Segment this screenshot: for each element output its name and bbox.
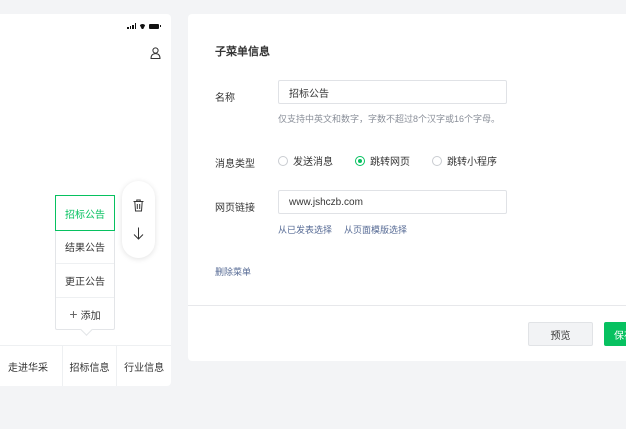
message-type-label: 消息类型 bbox=[215, 159, 255, 170]
submenu-add-button[interactable]: + 添加 bbox=[56, 298, 114, 330]
user-icon[interactable] bbox=[150, 47, 161, 59]
plus-icon: + bbox=[69, 306, 78, 322]
radio-circle bbox=[278, 155, 288, 166]
url-label: 网页链接 bbox=[215, 203, 255, 214]
url-input[interactable]: www.jshczb.com bbox=[278, 190, 507, 214]
name-input[interactable]: 招标公告 bbox=[278, 80, 507, 104]
submenu-popup: 招标公告 结果公告 更正公告 + 添加 bbox=[55, 195, 115, 330]
message-type-radio-group: 发送消息 跳转网页 跳转小程序 bbox=[278, 153, 519, 168]
radio-send-message[interactable]: 发送消息 bbox=[278, 153, 333, 168]
trash-icon[interactable] bbox=[133, 199, 144, 212]
submenu-item-gengzheng[interactable]: 更正公告 bbox=[56, 264, 114, 298]
menu-actions-capsule bbox=[122, 181, 155, 258]
form-title: 子菜单信息 bbox=[215, 46, 270, 58]
submenu-add-label: 添加 bbox=[80, 310, 101, 322]
arrow-down-icon[interactable] bbox=[133, 227, 144, 240]
menu-item-zhaobiao-xinxi[interactable]: 招标信息 bbox=[61, 346, 117, 386]
radio-label: 跳转小程序 bbox=[447, 157, 497, 168]
radio-jump-webpage[interactable]: 跳转网页 bbox=[355, 153, 410, 168]
preview-button[interactable]: 预览 bbox=[528, 322, 593, 346]
footer-divider bbox=[188, 305, 626, 306]
phone-preview: 招标公告 结果公告 更正公告 + 添加 走进华采 招标信息 行业信息 bbox=[0, 14, 171, 386]
menu-item-zoujin[interactable]: 走进华采 bbox=[0, 346, 62, 386]
menu-item-hangye[interactable]: 行业信息 bbox=[116, 346, 171, 386]
url-source-links: 从已发表选择 从页面模版选择 bbox=[278, 223, 407, 236]
name-hint: 仅支持中英文和数字，字数不超过8个汉字或16个字母。 bbox=[278, 114, 501, 124]
bottom-menu-bar: 走进华采 招标信息 行业信息 bbox=[0, 345, 171, 386]
name-label: 名称 bbox=[215, 93, 235, 104]
radio-circle bbox=[432, 155, 442, 166]
battery-icon bbox=[149, 23, 161, 29]
radio-jump-miniprogram[interactable]: 跳转小程序 bbox=[432, 153, 497, 168]
select-published-link[interactable]: 从已发表选择 bbox=[278, 223, 332, 236]
delete-menu-link[interactable]: 删除菜单 bbox=[215, 265, 251, 278]
save-button[interactable]: 保存 bbox=[604, 322, 626, 346]
submenu-item-zhaobiao[interactable]: 招标公告 bbox=[55, 195, 115, 231]
submenu-form-panel: 子菜单信息 名称 招标公告 仅支持中英文和数字，字数不超过8个汉字或16个字母。… bbox=[188, 14, 626, 361]
radio-circle-checked bbox=[355, 155, 365, 166]
submenu-item-jieguo[interactable]: 结果公告 bbox=[56, 230, 114, 264]
signal-icon bbox=[127, 23, 136, 29]
status-bar bbox=[127, 23, 161, 29]
select-template-link[interactable]: 从页面模版选择 bbox=[344, 223, 407, 236]
radio-label: 发送消息 bbox=[293, 157, 333, 168]
wifi-icon bbox=[139, 24, 146, 29]
radio-label: 跳转网页 bbox=[370, 157, 410, 168]
